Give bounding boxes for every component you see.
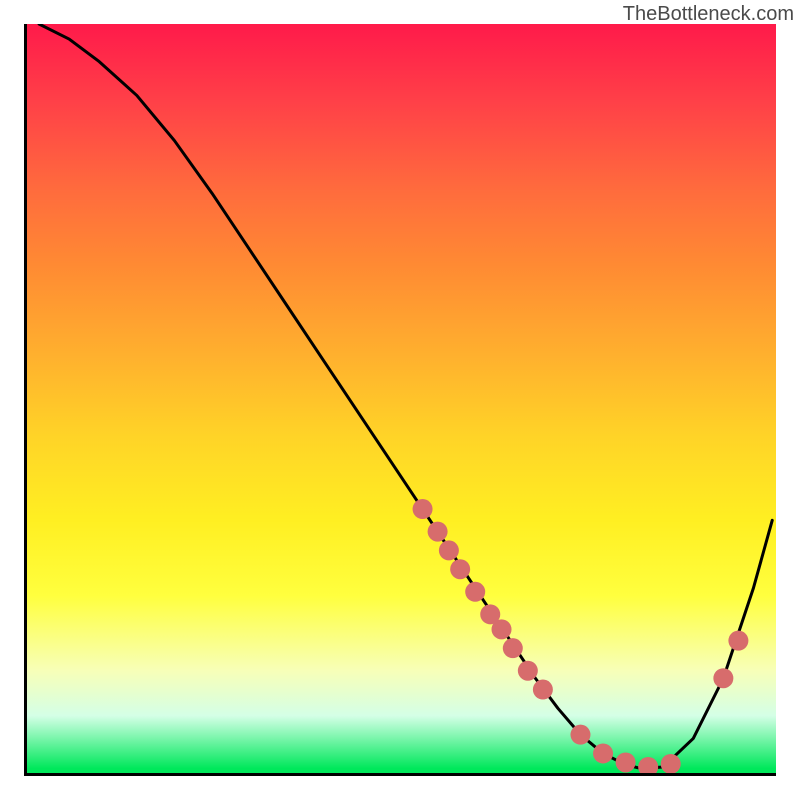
chart-container: TheBottleneck.com: [0, 0, 800, 800]
gradient-background: [24, 24, 776, 776]
plot-area: [24, 24, 776, 776]
watermark-text: TheBottleneck.com: [623, 3, 794, 26]
